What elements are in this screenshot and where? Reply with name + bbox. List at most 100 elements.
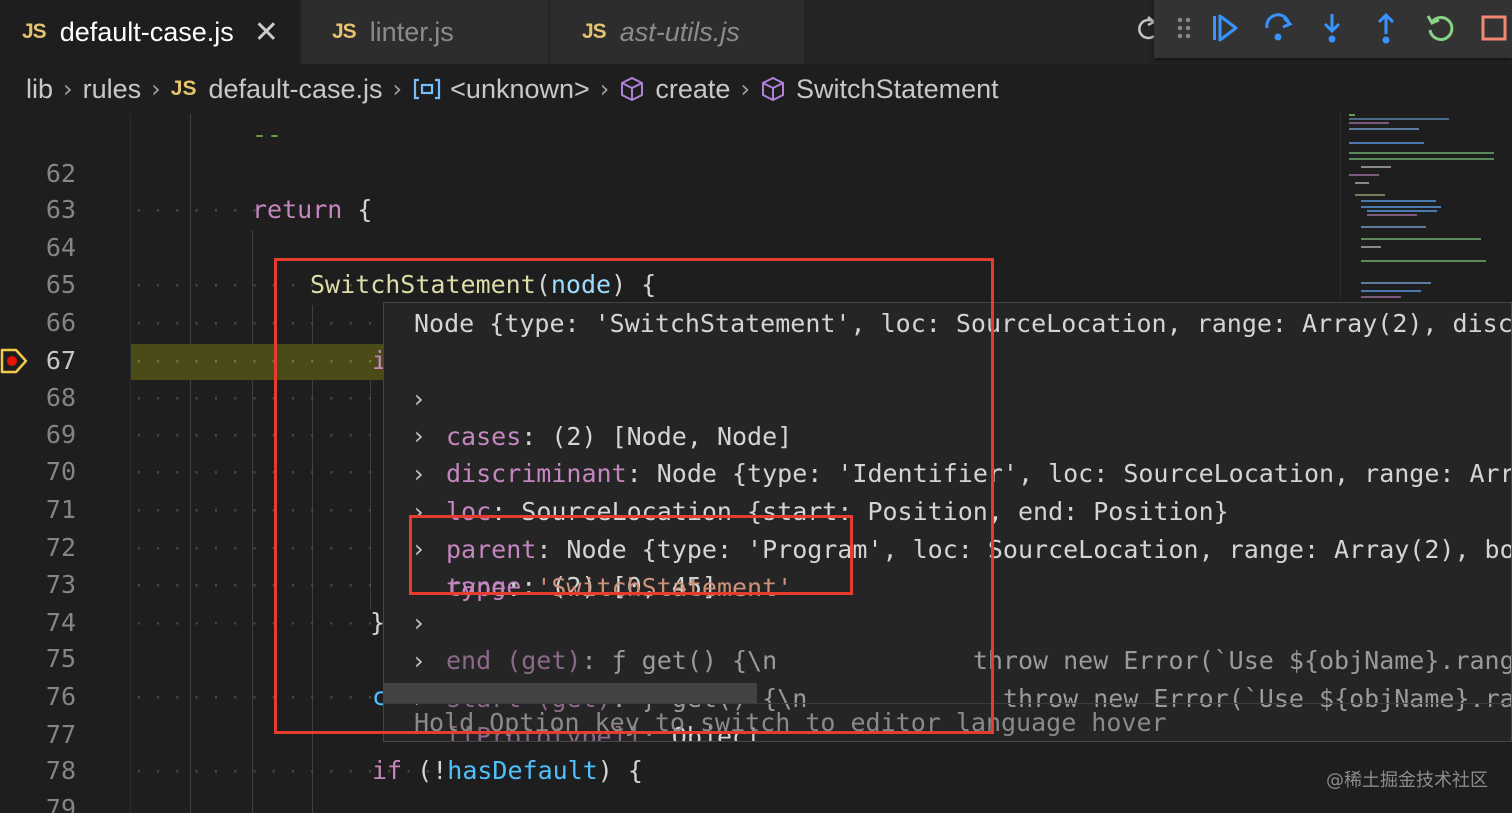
tab-label: linter.js: [369, 16, 454, 47]
minimap-line: [1361, 200, 1436, 202]
code-text: SwitchStatement(node) {: [310, 266, 656, 303]
hover-header: Node {type: 'SwitchStatement', loc: Sour…: [414, 309, 1512, 338]
code-punct: ) {: [597, 756, 643, 785]
param-node[interactable]: node: [551, 270, 611, 299]
namespace-icon: [414, 78, 441, 100]
breadcrumb-lib[interactable]: lib: [26, 74, 53, 105]
restart-icon[interactable]: [1422, 10, 1458, 46]
js-file-icon: JS: [582, 20, 607, 43]
debug-hover-widget[interactable]: Node {type: 'SwitchStatement', loc: Sour…: [383, 302, 1512, 742]
line-number: 72: [45, 533, 76, 562]
js-file-icon: JS: [22, 20, 47, 43]
step-over-icon[interactable]: [1260, 10, 1296, 46]
method-cube-icon: [621, 76, 644, 102]
hover-row-start-getter[interactable]: › start (get): ƒ get() {\n throw new Err…: [384, 606, 1511, 713]
minimap-line: [1361, 166, 1391, 168]
minimap-line: [1349, 174, 1379, 176]
minimap-line: [1349, 142, 1424, 144]
drag-handle-icon[interactable]: [1166, 10, 1202, 46]
line-number: 66: [45, 308, 76, 337]
line-number: 76: [45, 682, 76, 711]
step-out-icon[interactable]: [1368, 10, 1404, 46]
minimap-line: [1349, 118, 1449, 120]
minimap-line: [1349, 114, 1355, 116]
line-number: 63: [45, 195, 76, 224]
breadcrumb-unknown[interactable]: <unknown>: [412, 74, 590, 105]
hover-row-prototype[interactable]: › [[Prototype]]: Object: [384, 644, 1511, 741]
tab-label: ast-utils.js: [619, 16, 740, 47]
continue-icon[interactable]: [1206, 10, 1242, 46]
code-line: 63 · · · · · · · · return {: [0, 191, 1340, 228]
stop-icon[interactable]: [1476, 10, 1512, 46]
breadcrumb-rules[interactable]: rules: [83, 74, 142, 105]
code-punct: ) {: [611, 270, 657, 299]
hover-row-end-getter[interactable]: › end (get): ƒ get() {\n throw new Error…: [384, 568, 1511, 675]
line-number: 77: [45, 720, 76, 749]
line-number: 69: [45, 420, 76, 449]
close-icon[interactable]: ✕: [254, 15, 279, 50]
minimap[interactable]: [1340, 110, 1512, 310]
code-line: 62: [0, 155, 1340, 192]
breadcrumb-switchstatement[interactable]: SwitchStatement: [760, 74, 999, 105]
minimap-line: [1361, 226, 1426, 228]
tab-ast-utils[interactable]: JS ast-utils.js: [550, 0, 804, 64]
code-line: 65 · · · · · · · · · · · · SwitchStateme…: [0, 266, 1340, 303]
minimap-line: [1349, 122, 1389, 124]
hover-row-discriminant[interactable]: › discriminant: Node {type: 'Identifier'…: [384, 381, 1511, 488]
watermark: @稀土掘金技术社区: [1326, 770, 1488, 791]
tab-default-case[interactable]: JS default-case.js ✕: [0, 0, 300, 64]
code-text: return {: [252, 191, 372, 228]
minimap-line: [1361, 206, 1441, 208]
breadcrumb-create-label: create: [655, 73, 731, 104]
code-line: 78 · · · · · · · · · · · · · · · · if (!…: [0, 752, 1340, 789]
identifier-hasdefault[interactable]: hasDefault: [447, 756, 598, 785]
breadcrumb-separator: ›: [63, 75, 73, 103]
keyword-return: return: [252, 195, 343, 224]
minimap-line: [1361, 260, 1486, 262]
line-number: 71: [45, 495, 76, 524]
code-text: --: [252, 120, 283, 149]
minimap-line: [1367, 210, 1437, 212]
minimap-line: [1361, 290, 1421, 292]
step-into-icon[interactable]: [1314, 10, 1350, 46]
breadcrumb-separator: ›: [599, 75, 610, 103]
hover-row-cases[interactable]: › cases: (2) [Node, Node]: [384, 344, 1511, 451]
hover-row-parent[interactable]: › parent: Node {type: 'Program', loc: So…: [384, 457, 1511, 564]
line-number: 62: [45, 159, 76, 188]
hover-status-hint: Hold Option key to switch to editor lang…: [384, 703, 1511, 741]
line-number: 74: [45, 608, 76, 637]
minimap-line: [1361, 246, 1381, 248]
hover-horizontal-scrollbar[interactable]: [384, 683, 757, 703]
breadcrumb-separator: ›: [151, 75, 161, 103]
minimap-line: [1361, 296, 1401, 298]
breadcrumb-switchstatement-label: SwitchStatement: [796, 73, 999, 104]
code-text: if (!hasDefault) {: [372, 752, 643, 789]
tab-linter[interactable]: JS linter.js: [302, 0, 548, 64]
minimap-line: [1349, 158, 1494, 160]
minimap-line: [1355, 182, 1369, 184]
line-number: 64: [45, 233, 76, 262]
line-number: 79: [45, 794, 76, 813]
method-cube-icon: [762, 76, 785, 102]
minimap-line: [1361, 238, 1481, 240]
breadcrumb-file[interactable]: JS default-case.js: [171, 74, 383, 105]
hover-row-range[interactable]: › range: (2) [0, 45]: [384, 494, 1511, 601]
js-file-icon: JS: [170, 77, 197, 100]
line-number: 75: [45, 644, 76, 673]
breadcrumb-create[interactable]: create: [619, 74, 730, 105]
breadcrumb-separator: ›: [392, 75, 403, 103]
code-line: 64: [0, 229, 1340, 266]
line-number: 78: [45, 756, 76, 785]
line-number: 68: [45, 383, 76, 412]
hover-row-loc[interactable]: › loc: SourceLocation {start: Position, …: [384, 419, 1511, 526]
debug-toolbar: [1154, 0, 1512, 58]
function-name: SwitchStatement: [310, 270, 536, 299]
minimap-line: [1349, 152, 1494, 154]
hover-row-type: type: 'SwitchStatement': [384, 532, 1511, 602]
line-number: 73: [45, 570, 76, 599]
breadcrumb-file-label: default-case.js: [208, 73, 383, 104]
minimap-line: [1361, 282, 1431, 284]
code-punct: (!: [402, 756, 448, 785]
line-number: 70: [45, 457, 76, 486]
js-file-icon: JS: [332, 20, 357, 43]
